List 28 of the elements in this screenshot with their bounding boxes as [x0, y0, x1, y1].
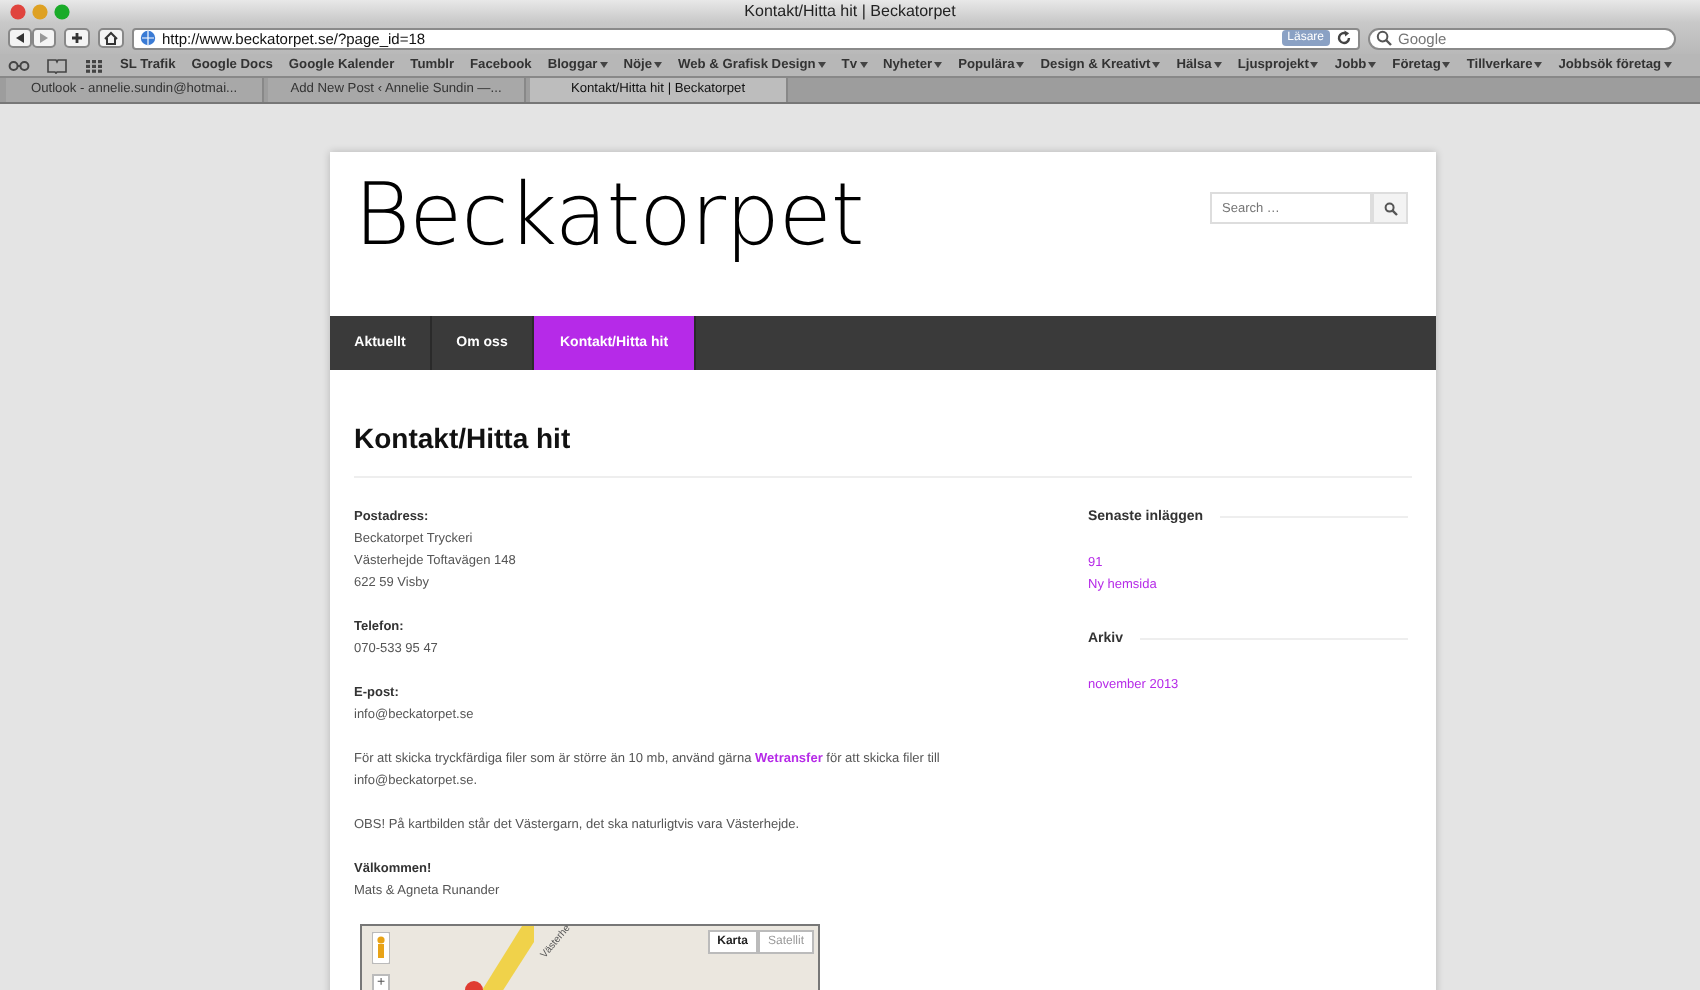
back-icon[interactable] [8, 28, 32, 48]
dropdown-icon[interactable] [1152, 62, 1161, 68]
site-logo[interactable]: Beckatorpet [354, 174, 864, 270]
dropdown-icon[interactable] [1663, 62, 1672, 68]
globe-icon [140, 30, 156, 46]
dropdown-icon[interactable] [859, 62, 867, 68]
dropdown-icon[interactable] [817, 62, 826, 68]
reload-icon[interactable] [1336, 30, 1352, 46]
home-icon[interactable] [98, 28, 124, 48]
search-button[interactable] [1372, 192, 1408, 224]
search-icon [1376, 30, 1394, 46]
dropdown-icon[interactable] [1442, 62, 1451, 68]
dropdown-icon[interactable] [1016, 62, 1025, 68]
dropdown-icon[interactable] [934, 62, 943, 68]
dropdown-icon[interactable] [1310, 62, 1319, 68]
plus-icon[interactable] [64, 28, 90, 48]
dropdown-icon[interactable] [1534, 62, 1543, 68]
page-title: Kontakt/Hitta hit [354, 422, 1412, 478]
dropdown-icon[interactable] [654, 62, 663, 68]
dropdown-icon[interactable] [1213, 62, 1222, 68]
glasses-icon[interactable] [8, 58, 30, 72]
close-icon[interactable] [10, 3, 26, 19]
book-icon[interactable] [46, 57, 68, 73]
search-icon [1383, 201, 1397, 215]
dropdown-icon[interactable] [599, 62, 608, 68]
dropdown-icon[interactable] [1368, 62, 1377, 68]
window-title: Kontakt/Hitta hit | Beckatorpet [744, 2, 956, 20]
grid-icon[interactable] [84, 57, 104, 73]
